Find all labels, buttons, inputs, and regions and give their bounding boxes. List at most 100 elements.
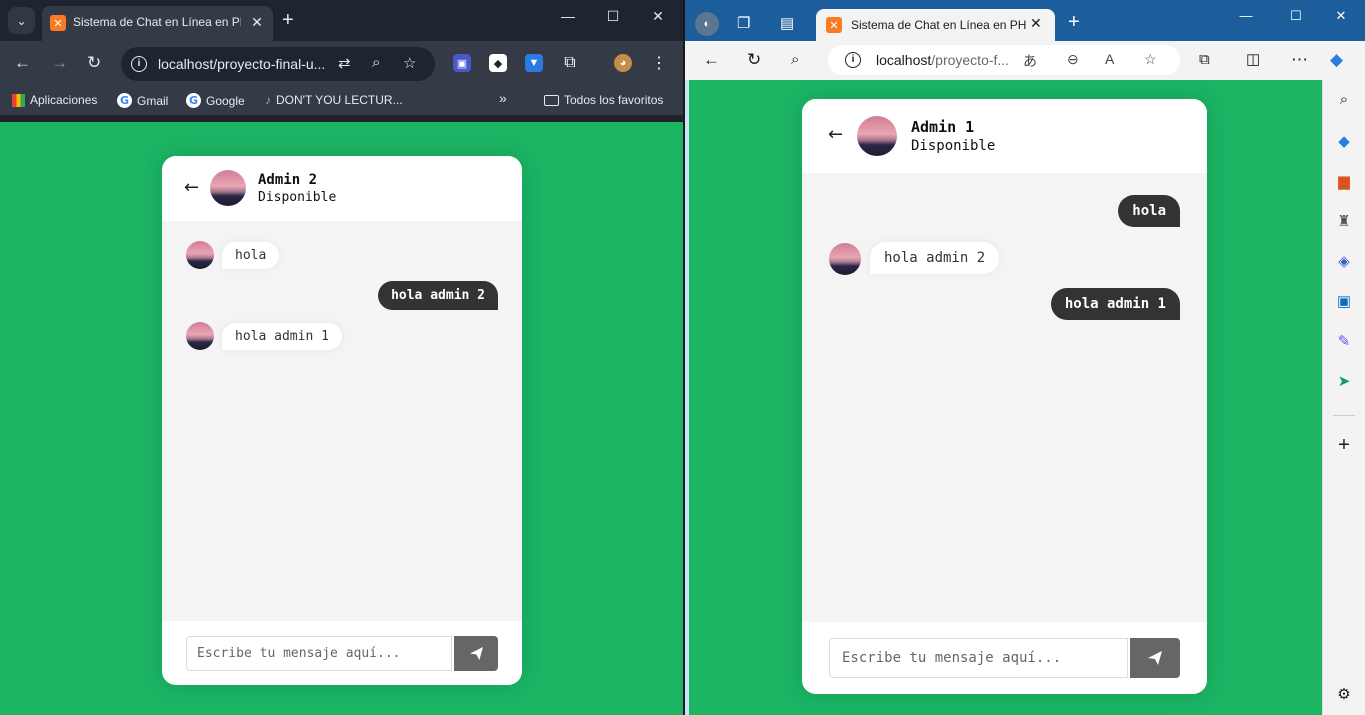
chat-card: ← Admin 2 Disponible hola hola admin 2 h… xyxy=(162,156,522,685)
back-button[interactable]: ← xyxy=(14,53,31,73)
address-bar[interactable]: i localhost/proyecto-f... あ ⊖ A ☆ xyxy=(828,45,1180,75)
sidebar-divider xyxy=(1333,415,1355,416)
shield-icon[interactable]: ▼ xyxy=(525,54,543,72)
google-icon: G xyxy=(186,93,201,108)
maximize-button[interactable]: ☐ xyxy=(598,8,628,25)
send-icon[interactable]: ➤ xyxy=(1334,372,1354,392)
message-avatar xyxy=(186,241,214,269)
message-input-bar xyxy=(802,622,1207,694)
close-window-button[interactable]: ✕ xyxy=(1326,8,1356,24)
extension-icon[interactable]: ◆ xyxy=(489,54,507,72)
bookmark-apps[interactable]: Aplicaciones xyxy=(12,93,97,107)
bookmarks-bar: Aplicaciones G Gmail G Google ♪ DON'T YO… xyxy=(0,87,683,115)
back-arrow-icon[interactable]: ← xyxy=(184,177,199,198)
bookmark-google[interactable]: G Google xyxy=(186,93,245,108)
menu-icon[interactable]: ⋯ xyxy=(1291,50,1308,70)
message-avatar xyxy=(186,322,214,350)
xampp-icon: ✕ xyxy=(50,15,66,31)
site-info-icon[interactable]: i xyxy=(845,52,861,68)
tab-strip: ◐ ❐ ▤ ✕ Sistema de Chat en Línea en PHP … xyxy=(685,0,1365,41)
google-icon: G xyxy=(117,93,132,108)
chat-card: ← Admin 1 Disponible hola hola admin 2 h… xyxy=(802,99,1207,694)
incoming-message: hola xyxy=(222,242,280,269)
chrome-window: ⌄ ✕ Sistema de Chat en Línea en PHP ✕ + … xyxy=(0,0,683,715)
reload-button[interactable]: ↻ xyxy=(747,50,761,70)
maximize-button[interactable]: ☐ xyxy=(1281,8,1311,24)
tab-search-button[interactable]: ⌄ xyxy=(8,7,35,34)
read-aloud-icon[interactable]: A xyxy=(1105,51,1114,67)
close-window-button[interactable]: ✕ xyxy=(643,8,673,25)
toolbox-icon[interactable]: ▆ xyxy=(1334,172,1354,192)
chat-header: ← Admin 2 Disponible xyxy=(162,156,522,221)
contact-name: Admin 2 xyxy=(258,172,318,188)
translate-icon[interactable]: あ xyxy=(1023,51,1037,71)
more-bookmarks-button[interactable]: » xyxy=(499,90,507,106)
contact-status: Disponible xyxy=(911,138,996,154)
page-content: ← Admin 2 Disponible hola hola admin 2 h… xyxy=(0,122,683,715)
search-icon[interactable]: ⌕ xyxy=(791,50,799,70)
translate-icon[interactable]: ⇄ xyxy=(338,54,351,72)
message-input[interactable] xyxy=(186,636,452,671)
browser-tab[interactable]: ✕ Sistema de Chat en Línea en PHP ✕ xyxy=(816,9,1055,41)
back-button[interactable]: ← xyxy=(703,50,720,70)
favorite-star-icon[interactable]: ☆ xyxy=(1144,51,1157,68)
contact-avatar xyxy=(210,170,246,206)
apps-grid-icon xyxy=(12,93,25,107)
back-arrow-icon[interactable]: ← xyxy=(828,124,843,145)
incoming-message: hola admin 1 xyxy=(222,323,342,350)
bookmark-star-icon[interactable]: ☆ xyxy=(403,54,416,72)
browser-tab[interactable]: ✕ Sistema de Chat en Línea en PHP ✕ xyxy=(42,6,273,41)
designer-icon[interactable]: ✎ xyxy=(1334,332,1354,352)
tab-title: Sistema de Chat en Línea en PHP xyxy=(73,15,241,29)
profile-avatar[interactable]: ◐ xyxy=(695,12,719,36)
forward-button[interactable]: → xyxy=(51,53,68,73)
message-input[interactable] xyxy=(829,638,1128,678)
outgoing-message: hola xyxy=(1118,195,1180,227)
split-screen-icon[interactable]: ◫ xyxy=(1246,50,1260,70)
extensions-icon[interactable]: ⧉ xyxy=(1199,50,1210,70)
contact-status: Disponible xyxy=(258,190,337,205)
outlook-icon[interactable]: ▣ xyxy=(1334,292,1354,312)
chevron-down-icon: ⌄ xyxy=(16,13,27,28)
tab-actions-icon[interactable]: ▤ xyxy=(780,14,794,32)
settings-gear-icon[interactable]: ⚙ xyxy=(1334,685,1354,705)
close-tab-icon[interactable]: ✕ xyxy=(1030,15,1042,32)
close-tab-icon[interactable]: ✕ xyxy=(247,12,267,32)
folder-icon xyxy=(544,94,559,106)
search-icon[interactable]: ⌕ xyxy=(1334,90,1354,110)
add-icon[interactable]: + xyxy=(1334,435,1354,455)
site-info-icon[interactable]: i xyxy=(131,56,147,72)
edge-sidebar: ⌕ ◆ ▆ ♜ ◈ ▣ ✎ ➤ + ⚙ xyxy=(1322,80,1365,715)
reload-button[interactable]: ↻ xyxy=(87,53,101,73)
chat-box: hola hola admin 2 hola admin 1 xyxy=(162,221,522,621)
chat-box: hola hola admin 2 hola admin 1 xyxy=(802,173,1207,622)
contact-name: Admin 1 xyxy=(911,118,975,136)
games-icon[interactable]: ♜ xyxy=(1334,212,1354,232)
send-button[interactable] xyxy=(454,636,498,671)
copilot-icon[interactable]: ◆ xyxy=(1330,50,1343,70)
zoom-icon[interactable]: ⌕ xyxy=(372,54,380,71)
send-button[interactable] xyxy=(1130,638,1180,678)
chat-header: ← Admin 1 Disponible xyxy=(802,99,1207,173)
copilot-icon[interactable]: ◈ xyxy=(1334,252,1354,272)
address-bar[interactable]: i localhost/proyecto-final-u... ⇄ ⌕ ☆ xyxy=(121,47,435,81)
bookmark-lecture[interactable]: ♪ DON'T YOU LECTUR... xyxy=(265,93,403,107)
minimize-button[interactable]: — xyxy=(1231,8,1261,23)
zoom-out-icon[interactable]: ⊖ xyxy=(1067,51,1079,68)
url-text[interactable]: localhost/proyecto-final-u... xyxy=(158,56,325,72)
workspaces-icon[interactable]: ❐ xyxy=(737,14,750,32)
message-input-bar xyxy=(162,621,522,685)
profile-avatar[interactable]: ◕ xyxy=(614,54,632,72)
new-tab-button[interactable]: + xyxy=(282,10,294,30)
bookmark-all-favorites[interactable]: Todos los favoritos xyxy=(544,93,663,107)
bookmark-gmail[interactable]: G Gmail xyxy=(117,93,168,108)
menu-icon[interactable]: ⋮ xyxy=(650,54,668,72)
minimize-button[interactable]: — xyxy=(553,8,583,24)
message-avatar xyxy=(829,243,861,275)
shopping-tag-icon[interactable]: ◆ xyxy=(1334,132,1354,152)
new-tab-button[interactable]: + xyxy=(1068,12,1080,32)
extensions-puzzle-icon[interactable]: ⧉ xyxy=(561,54,579,72)
extension-icon[interactable]: ▣ xyxy=(453,54,471,72)
send-plane-icon xyxy=(469,646,483,661)
url-text[interactable]: localhost/proyecto-f... xyxy=(876,52,1009,68)
